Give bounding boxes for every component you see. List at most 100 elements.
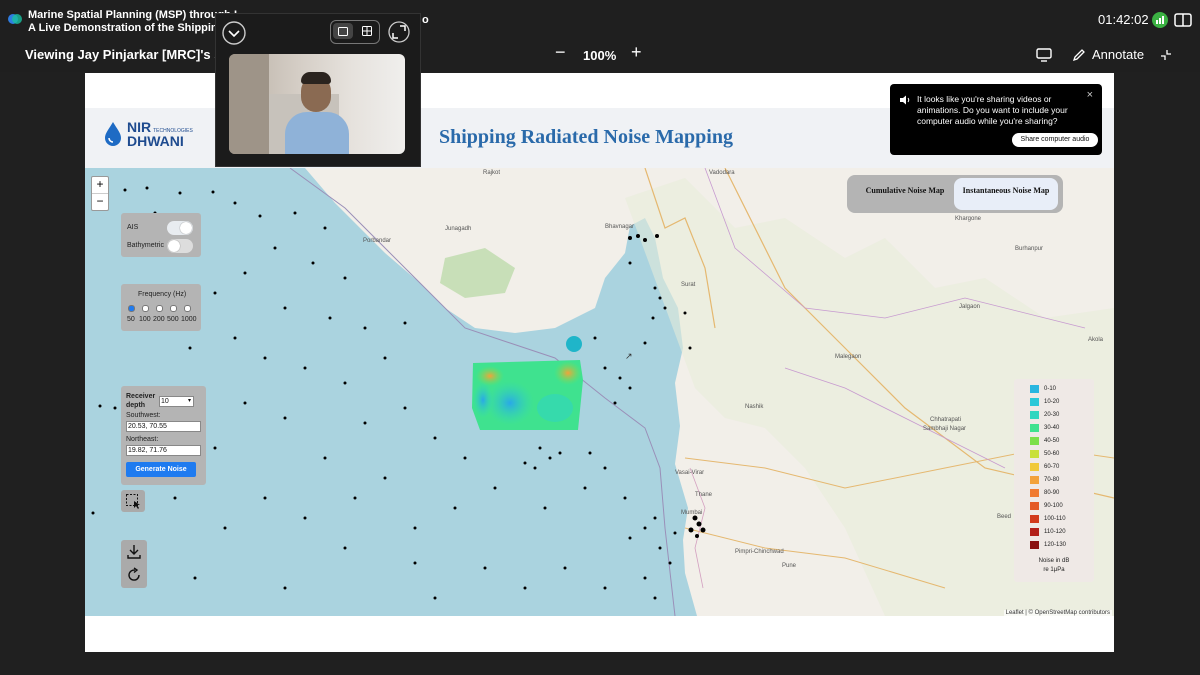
northeast-input[interactable]: 19.82, 71.76 bbox=[126, 445, 201, 456]
svg-text:Malegaon: Malegaon bbox=[835, 354, 861, 360]
legend-item: 20-30 bbox=[1030, 411, 1059, 419]
legend-swatch bbox=[1030, 385, 1039, 393]
viewing-label: Viewing Jay Pinjarkar [MRC]'s scre bbox=[25, 47, 241, 62]
webex-logo-icon bbox=[8, 14, 22, 24]
close-icon[interactable]: × bbox=[1087, 89, 1093, 101]
legend-swatch bbox=[1030, 424, 1039, 432]
zoom-out-button[interactable]: − bbox=[555, 42, 566, 63]
freq-radio-500[interactable] bbox=[170, 305, 177, 312]
legend-item: 120-130 bbox=[1030, 541, 1066, 549]
legend-label: 30-40 bbox=[1044, 425, 1060, 431]
receiver-label-1: Receiver bbox=[126, 393, 156, 400]
bathymetry-label: Bathymetric bbox=[127, 242, 164, 249]
legend-item: 70-80 bbox=[1030, 476, 1059, 484]
freq-label-500: 500 bbox=[167, 316, 179, 323]
legend-swatch bbox=[1030, 450, 1039, 458]
freq-label-50: 50 bbox=[127, 316, 135, 323]
annotate-label: Annotate bbox=[1092, 47, 1145, 62]
legend-swatch bbox=[1030, 528, 1039, 536]
legend-swatch bbox=[1030, 437, 1039, 445]
legend-label: 40-50 bbox=[1044, 438, 1060, 444]
share-computer-audio-button[interactable]: Share computer audio bbox=[1012, 133, 1098, 147]
receiver-depth-select[interactable]: 10 ▾ bbox=[159, 396, 194, 407]
freq-radio-1000[interactable] bbox=[184, 305, 191, 312]
northeast-label: Northeast: bbox=[126, 436, 159, 443]
video-layout-switch[interactable] bbox=[330, 20, 380, 44]
legend-item: 100-110 bbox=[1030, 515, 1066, 523]
legend-label: 60-70 bbox=[1044, 464, 1060, 470]
svg-text:Bhavnagar: Bhavnagar bbox=[605, 224, 634, 230]
ais-label: AIS bbox=[127, 224, 139, 231]
svg-text:Surat: Surat bbox=[681, 282, 696, 288]
freq-label-1000: 1000 bbox=[181, 316, 197, 323]
map-attribution[interactable]: Leaflet | © OpenStreetMap contributors bbox=[1003, 610, 1112, 616]
meeting-title-line2: A Live Demonstration of the Shipping Ra bbox=[28, 22, 242, 34]
svg-text:Mumbai: Mumbai bbox=[681, 510, 702, 516]
connection-status-icon[interactable] bbox=[1151, 11, 1169, 29]
zoom-level: 100% bbox=[583, 48, 617, 63]
grid-view-icon[interactable] bbox=[362, 26, 372, 36]
legend-label: 20-30 bbox=[1044, 412, 1060, 418]
legend-label: 70-80 bbox=[1044, 477, 1060, 483]
view-toolbar: Viewing Jay Pinjarkar [MRC]'s scre − 100… bbox=[0, 40, 1200, 72]
freq-radio-100[interactable] bbox=[142, 305, 149, 312]
bathymetry-toggle[interactable] bbox=[167, 239, 193, 253]
map-view[interactable]: ↗ Vadodara Rajkot Bhavnagar Surat Khargo… bbox=[85, 168, 1114, 616]
legend-label: 0-10 bbox=[1044, 386, 1057, 392]
selected-vessel-marker bbox=[566, 336, 582, 352]
legend-swatch bbox=[1030, 398, 1039, 406]
refresh-icon[interactable] bbox=[126, 567, 142, 583]
audio-share-toast: It looks like you're sharing videos or a… bbox=[890, 84, 1102, 155]
chevron-down-icon[interactable] bbox=[222, 21, 246, 45]
frequency-panel: Frequency (Hz) 50 100 200 500 1000 bbox=[121, 284, 201, 331]
southwest-input[interactable]: 20.53, 70.55 bbox=[126, 421, 201, 432]
svg-text:Thane: Thane bbox=[695, 492, 713, 498]
map-type-tabs: Cumulative Noise Map Instantaneous Noise… bbox=[847, 175, 1063, 213]
legend-item: 10-20 bbox=[1030, 398, 1059, 406]
brand-name-2: DHWANI bbox=[127, 133, 184, 149]
expand-icon[interactable] bbox=[388, 21, 410, 43]
map-zoom-in-button[interactable]: + bbox=[92, 177, 108, 194]
legend-item: 60-70 bbox=[1030, 463, 1059, 471]
legend-label: 120-130 bbox=[1044, 542, 1067, 548]
svg-text:Pune: Pune bbox=[782, 563, 797, 569]
svg-text:Jalgaon: Jalgaon bbox=[959, 304, 980, 310]
app-logo: NIR TECHNOLOGIES DHWANI bbox=[103, 120, 193, 148]
svg-text:Akola: Akola bbox=[1088, 337, 1104, 343]
layout-icon[interactable] bbox=[1174, 11, 1192, 29]
self-video-window[interactable] bbox=[215, 13, 421, 167]
meeting-title-suffix: o bbox=[422, 14, 429, 26]
download-icon[interactable] bbox=[126, 544, 142, 559]
ais-toggle[interactable] bbox=[167, 221, 193, 235]
freq-radio-200[interactable] bbox=[156, 305, 163, 312]
legend-item: 50-60 bbox=[1030, 450, 1059, 458]
legend-item: 30-40 bbox=[1030, 424, 1059, 432]
brand-name-1: NIR bbox=[127, 119, 152, 135]
generate-noise-button[interactable]: Generate Noise bbox=[126, 462, 196, 477]
single-view-icon[interactable] bbox=[338, 27, 348, 36]
legend-label: 110-120 bbox=[1044, 529, 1066, 535]
map-zoom-out-button[interactable]: − bbox=[92, 194, 108, 210]
share-screen-icon[interactable] bbox=[1036, 48, 1052, 62]
legend-item: 90-100 bbox=[1030, 502, 1063, 510]
legend-label: 80-90 bbox=[1044, 490, 1060, 496]
svg-text:Beed: Beed bbox=[997, 514, 1011, 520]
svg-text:Chhatrapati: Chhatrapati bbox=[930, 417, 961, 423]
svg-text:Burhanpur: Burhanpur bbox=[1015, 246, 1043, 252]
tab-cumulative-noise-map[interactable]: Cumulative Noise Map bbox=[853, 180, 957, 208]
legend-label: 10-20 bbox=[1044, 399, 1060, 405]
frequency-title: Frequency (Hz) bbox=[138, 291, 187, 298]
svg-text:Junagadh: Junagadh bbox=[445, 226, 471, 232]
legend-swatch bbox=[1030, 502, 1039, 510]
zoom-in-button[interactable]: + bbox=[631, 42, 642, 63]
legend-swatch bbox=[1030, 463, 1039, 471]
receiver-panel: Receiver depth 10 ▾ Southwest: 20.53, 70… bbox=[121, 386, 206, 485]
freq-label-100: 100 bbox=[139, 316, 151, 323]
area-select-button[interactable] bbox=[121, 490, 145, 512]
annotate-button[interactable]: Annotate bbox=[1072, 47, 1144, 62]
collapse-icon[interactable] bbox=[1160, 49, 1172, 61]
tab-instantaneous-noise-map[interactable]: Instantaneous Noise Map bbox=[954, 178, 1058, 210]
speaker-icon bbox=[900, 95, 910, 105]
legend-swatch bbox=[1030, 541, 1039, 549]
freq-radio-50[interactable] bbox=[128, 305, 135, 312]
